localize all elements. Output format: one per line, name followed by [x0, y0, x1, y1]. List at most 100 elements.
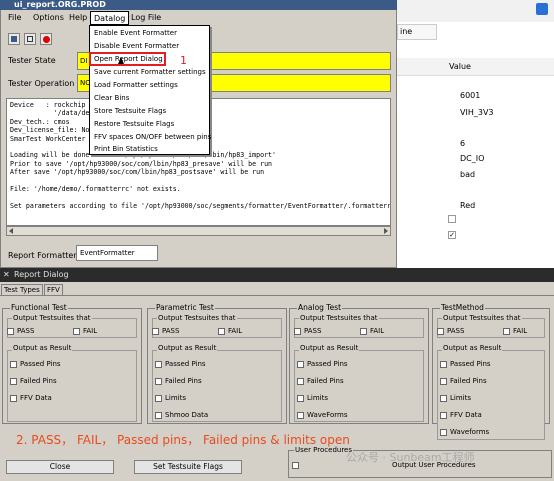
save-icon[interactable] — [8, 33, 20, 45]
scroll-right-icon[interactable] — [384, 228, 388, 234]
result-label: FFV Data — [450, 411, 482, 419]
output-testsuites-title: Output Testsuites that — [442, 314, 522, 322]
datalog-dropdown-menu: Enable Event Formatter Disable Event For… — [89, 25, 211, 155]
result-label: Failed Pins — [20, 377, 57, 385]
pass-label: PASS — [162, 327, 180, 335]
pass-checkbox[interactable] — [7, 328, 14, 335]
result-checkbox[interactable] — [10, 361, 17, 368]
result-label: Failed Pins — [307, 377, 344, 385]
watermark: 公众号 · Sunbeam工程师 — [346, 451, 475, 464]
row-checkbox-checked[interactable]: ✓ — [448, 231, 456, 239]
log-horizontal-scrollbar[interactable] — [6, 226, 391, 236]
output-as-result-title: Output as Result — [442, 344, 503, 352]
result-checkbox[interactable] — [297, 395, 304, 402]
menu-clear-bins[interactable]: Clear Bins — [94, 93, 129, 103]
log-line: After save '/opt/hp93000/soc/com/lbin/hp… — [10, 168, 265, 177]
fail-checkbox[interactable] — [360, 328, 367, 335]
fail-label: FAIL — [513, 327, 528, 335]
result-checkbox[interactable] — [440, 429, 447, 436]
tab-ffv[interactable]: FFV — [44, 284, 63, 295]
value-cell: bad — [460, 170, 476, 179]
value-cell: 6001 — [460, 91, 481, 100]
scroll-left-icon[interactable] — [9, 228, 13, 234]
mouse-cursor-icon — [118, 57, 124, 64]
report-formatter-label: Report Formatter — [8, 251, 77, 260]
result-checkbox[interactable] — [297, 412, 304, 419]
result-label: Passed Pins — [307, 360, 348, 368]
right-panel-header: Value — [397, 58, 554, 76]
report-dialog-titlebar: Report Dialog — [0, 268, 554, 282]
result-label: Shmoo Data — [165, 411, 209, 419]
group-title: Functional Test — [10, 303, 68, 312]
menu-disable-event-formatter[interactable]: Disable Event Formatter — [94, 41, 179, 51]
group-title: TestMethod — [440, 303, 485, 312]
result-label: Failed Pins — [165, 377, 202, 385]
close-x-icon[interactable]: ✕ — [3, 271, 11, 279]
result-checkbox[interactable] — [10, 395, 17, 402]
output-as-result-title: Output as Result — [299, 344, 360, 352]
menu-print-bin-statistics[interactable]: Print Bin Statistics — [94, 144, 158, 154]
tester-state-label: Tester State — [8, 56, 56, 65]
value-cell: 6 — [460, 139, 466, 148]
row-checkbox-unchecked[interactable] — [448, 215, 456, 223]
pass-checkbox[interactable] — [294, 328, 301, 335]
result-label: WaveForms — [307, 411, 348, 419]
pass-label: PASS — [17, 327, 35, 335]
output-as-result-title: Output as Result — [12, 344, 73, 352]
right-panel — [397, 0, 554, 268]
menu-help[interactable]: Help — [66, 11, 90, 25]
pass-label: PASS — [304, 327, 322, 335]
close-button[interactable]: Close — [6, 460, 114, 474]
tab-divider — [0, 295, 554, 296]
menu-bar: File Options Help Datalog Log File — [2, 11, 395, 25]
fail-label: FAIL — [370, 327, 385, 335]
output-testsuites-title: Output Testsuites that — [12, 314, 92, 322]
tab-fragment[interactable]: ine — [397, 24, 437, 40]
result-checkbox[interactable] — [10, 378, 17, 385]
result-checkbox[interactable] — [297, 378, 304, 385]
result-checkbox[interactable] — [440, 361, 447, 368]
tester-operation-label: Tester Operation — [8, 79, 75, 88]
pass-label: PASS — [447, 327, 465, 335]
log-line: File: '/home/demo/.formatterrc' not exis… — [10, 184, 181, 193]
menu-store-testsuite-flags[interactable]: Store Testsuite Flags — [94, 106, 166, 116]
menu-options[interactable]: Options — [30, 11, 67, 25]
result-checkbox[interactable] — [297, 361, 304, 368]
fail-checkbox[interactable] — [218, 328, 225, 335]
clear-icon[interactable] — [24, 33, 36, 45]
report-formatter-field[interactable]: EventFormatter — [76, 245, 158, 261]
menu-save-formatter-settings[interactable]: Save current Formatter settings — [94, 67, 206, 77]
result-checkbox[interactable] — [440, 412, 447, 419]
fail-checkbox[interactable] — [503, 328, 510, 335]
tab-test-types[interactable]: Test Types — [1, 284, 43, 295]
result-checkbox[interactable] — [440, 395, 447, 402]
result-checkbox[interactable] — [440, 378, 447, 385]
main-window-titlebar: ui_report.ORG.PROD — [0, 0, 397, 10]
value-cell: Red — [460, 201, 476, 210]
log-line: Set parameters according to file '/opt/h… — [10, 201, 391, 210]
menu-load-formatter-settings[interactable]: Load Formatter settings — [94, 80, 178, 90]
output-as-result-title: Output as Result — [157, 344, 218, 352]
set-testsuite-flags-button[interactable]: Set Testsuite Flags — [134, 460, 242, 474]
menu-restore-testsuite-flags[interactable]: Restore Testsuite Flags — [94, 119, 174, 129]
result-checkbox[interactable] — [155, 395, 162, 402]
menu-enable-event-formatter[interactable]: Enable Event Formatter — [94, 28, 177, 38]
result-checkbox[interactable] — [155, 361, 162, 368]
pass-checkbox[interactable] — [437, 328, 444, 335]
menu-file[interactable]: File — [5, 11, 24, 25]
group-title: Parametric Test — [155, 303, 215, 312]
menu-datalog[interactable]: Datalog — [90, 11, 130, 25]
output-testsuites-title: Output Testsuites that — [299, 314, 379, 322]
fail-checkbox[interactable] — [73, 328, 80, 335]
result-label: Passed Pins — [20, 360, 61, 368]
output-user-procedures-checkbox[interactable] — [292, 462, 299, 469]
menu-log-file[interactable]: Log File — [128, 11, 164, 25]
result-checkbox[interactable] — [155, 378, 162, 385]
pass-checkbox[interactable] — [152, 328, 159, 335]
result-checkbox[interactable] — [155, 412, 162, 419]
menu-ffv-spaces-toggle[interactable]: FFV spaces ON/OFF between pins — [94, 132, 211, 142]
result-label: Passed Pins — [165, 360, 206, 368]
stop-icon[interactable] — [40, 33, 52, 45]
highlight-box — [89, 52, 166, 66]
